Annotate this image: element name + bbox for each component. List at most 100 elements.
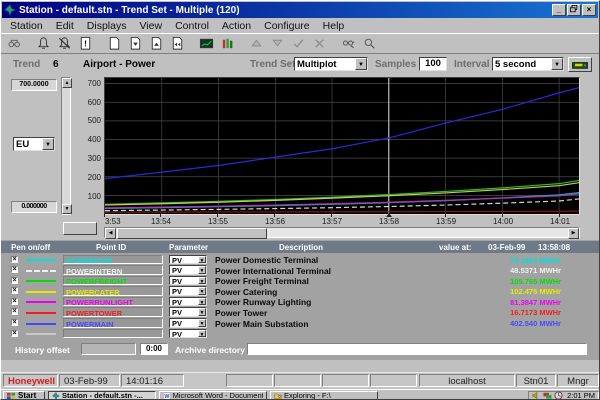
find-icon[interactable] xyxy=(4,35,25,53)
page-up-icon[interactable] xyxy=(146,35,167,53)
menu-displays[interactable]: Displays xyxy=(81,19,134,33)
chevron-down-icon[interactable]: ▼ xyxy=(42,138,54,150)
pen-checkbox[interactable]: × xyxy=(11,330,18,337)
scroll-right-icon[interactable]: ▶ xyxy=(568,228,579,239)
chevron-down-icon[interactable]: ▼ xyxy=(198,319,206,327)
scale-min-input[interactable]: 0.000000 xyxy=(11,201,57,213)
page-icon[interactable] xyxy=(104,35,125,53)
menu-help[interactable]: Help xyxy=(317,19,352,33)
chevron-down-icon[interactable]: ▼ xyxy=(551,58,563,70)
cancel-icon[interactable] xyxy=(309,35,330,53)
point-id-field[interactable] xyxy=(63,329,163,339)
trend-set-select[interactable]: Multiplot ▼ xyxy=(294,57,368,71)
raise-icon[interactable] xyxy=(246,35,267,53)
print-trend-button[interactable] xyxy=(568,57,592,72)
chevron-down-icon[interactable]: ▼ xyxy=(355,58,367,70)
task-button-explorer[interactable]: Exploring - F:\ xyxy=(270,391,378,400)
scroll-up-icon[interactable]: ▲ xyxy=(62,78,72,88)
parameter-select[interactable]: PV▼ xyxy=(169,265,207,275)
title-bar[interactable]: Station - default.stn - Trend Set - Mult… xyxy=(2,2,598,18)
restore-button[interactable] xyxy=(567,4,581,16)
menu-station[interactable]: Station xyxy=(4,19,50,33)
page-back-icon[interactable] xyxy=(167,35,188,53)
point-id-field[interactable]: POWERMAIN xyxy=(63,318,163,328)
alarm-disable-icon[interactable] xyxy=(54,35,75,53)
alarm-icon[interactable] xyxy=(33,35,54,53)
trend-plot[interactable] xyxy=(104,77,580,215)
trend-display-icon[interactable] xyxy=(196,35,217,53)
history-offset-input[interactable] xyxy=(81,343,136,355)
y-axis-labels: 100200300400500600700 xyxy=(73,77,103,214)
menu-action[interactable]: Action xyxy=(216,19,258,33)
menu-configure[interactable]: Configure xyxy=(258,19,317,33)
operator-glasses-icon[interactable] xyxy=(338,35,359,53)
pen-checkbox[interactable]: × xyxy=(11,266,18,273)
chevron-down-icon[interactable]: ▼ xyxy=(198,277,206,285)
pen-checkbox[interactable]: × xyxy=(11,308,18,315)
pen-checkbox[interactable]: × xyxy=(11,277,18,284)
pen-checkbox[interactable]: × xyxy=(11,287,18,294)
parameter-select[interactable]: PV▼ xyxy=(169,318,207,328)
point-id-field[interactable]: POWERCATER xyxy=(63,286,163,296)
chevron-down-icon[interactable]: ▼ xyxy=(198,330,206,338)
col-pen-onoff: Pen on/off xyxy=(11,243,50,252)
samples-input[interactable]: 100 xyxy=(419,57,447,71)
point-id-field[interactable]: POWERTOWER xyxy=(63,307,163,317)
point-id-field[interactable]: POWERINTERN xyxy=(63,265,163,275)
point-id-field[interactable]: POWERFREIGHT xyxy=(63,276,163,286)
vertical-scrollbar[interactable]: ▲ ▼ xyxy=(61,77,71,215)
close-button[interactable]: × xyxy=(582,4,596,16)
interval-select[interactable]: 5 second ▼ xyxy=(492,57,564,71)
tray-app-icon[interactable] xyxy=(554,391,563,400)
scroll-down-icon[interactable]: ▼ xyxy=(62,204,72,214)
volume-icon[interactable] xyxy=(532,391,541,400)
pen-checkbox[interactable]: × xyxy=(11,319,18,326)
scroll-left-icon[interactable]: ◀ xyxy=(105,228,116,239)
pen-sample-line xyxy=(26,280,56,282)
alarm-message-icon[interactable]: ! xyxy=(75,35,96,53)
archive-directory-input[interactable] xyxy=(247,343,587,355)
parameter-select[interactable]: PV▼ xyxy=(169,276,207,286)
pen-checkbox[interactable]: × xyxy=(11,256,18,263)
parameter-select[interactable]: PV▼ xyxy=(169,307,207,317)
col-description: Description xyxy=(279,243,323,252)
parameter-select[interactable]: PV▼ xyxy=(169,286,207,296)
chevron-down-icon[interactable]: ▼ xyxy=(198,256,206,264)
task-label: Station - default.stn -... xyxy=(62,391,143,400)
point-id-field[interactable]: POWERDOM xyxy=(63,255,163,265)
group-display-icon[interactable] xyxy=(217,35,238,53)
pen-sample-line xyxy=(26,312,56,314)
network-icon[interactable] xyxy=(543,391,552,400)
task-button-word[interactable]: WMicrosoft Word - Document5 xyxy=(159,391,267,400)
cursor-marker[interactable] xyxy=(386,213,392,217)
status-cell-empty xyxy=(226,374,273,387)
chevron-down-icon[interactable]: ▼ xyxy=(198,308,206,316)
eu-select[interactable]: EU ▼ xyxy=(13,137,55,151)
menu-view[interactable]: View xyxy=(133,19,169,33)
corner-button[interactable] xyxy=(63,222,97,235)
chevron-down-icon[interactable]: ▼ xyxy=(198,298,206,306)
chevron-down-icon[interactable]: ▼ xyxy=(198,266,206,274)
parameter-select[interactable]: PV▼ xyxy=(169,297,207,307)
point-id-field[interactable]: POWERRUNLIGHT xyxy=(63,297,163,307)
taskbar-clock[interactable]: 2:01 PM xyxy=(567,391,595,400)
chevron-down-icon[interactable]: ▼ xyxy=(198,287,206,295)
pen-checkbox[interactable]: × xyxy=(11,298,18,305)
scrollbar-thumb[interactable] xyxy=(117,228,267,239)
parameter-select[interactable]: PV▼ xyxy=(169,329,207,339)
y-tick-label: 600 xyxy=(88,98,101,107)
accept-icon[interactable] xyxy=(288,35,309,53)
horizontal-scrollbar[interactable]: ◀ ▶ xyxy=(104,227,580,238)
menu-edit[interactable]: Edit xyxy=(50,19,81,33)
start-button[interactable]: Start xyxy=(3,391,45,400)
scale-max-input[interactable]: 700.0000 xyxy=(11,79,57,91)
history-offset-time[interactable]: 0:00 xyxy=(140,343,168,355)
page-down-icon[interactable] xyxy=(125,35,146,53)
lower-icon[interactable] xyxy=(267,35,288,53)
zoom-icon[interactable] xyxy=(359,35,380,53)
parameter-select[interactable]: PV▼ xyxy=(169,255,207,265)
y-tick-label: 200 xyxy=(88,173,101,182)
menu-control[interactable]: Control xyxy=(169,19,216,33)
task-button-station[interactable]: Station - default.stn -... xyxy=(48,391,156,400)
minimize-button[interactable]: _ xyxy=(552,4,566,16)
